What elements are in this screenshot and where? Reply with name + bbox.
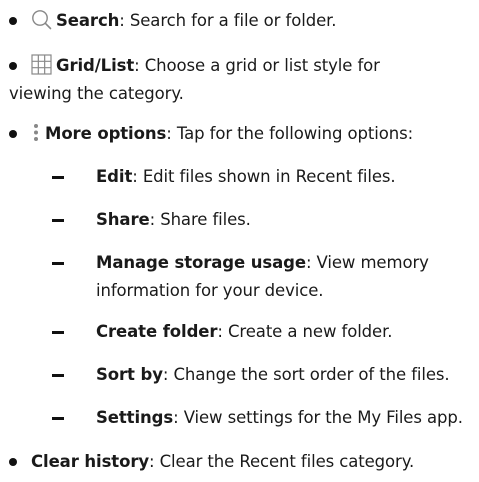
sub-item-text-continued: information for your device.	[96, 281, 324, 300]
item-text: Clear history: Clear the Recent files ca…	[31, 449, 414, 475]
sub-item-term: Share	[96, 210, 150, 229]
sub-item-term: Sort by	[96, 365, 163, 384]
item-desc: : Search for a file or folder.	[119, 11, 337, 30]
item-text: Search: Search for a file or folder.	[31, 8, 337, 38]
bullet	[9, 17, 17, 25]
dash-marker	[52, 262, 64, 265]
dash-marker	[52, 176, 64, 179]
sub-item-term: Manage storage usage	[96, 253, 306, 272]
sub-item-text: Settings: View settings for the My Files…	[96, 405, 463, 431]
dash-marker	[52, 374, 64, 377]
sub-item-text: Edit: Edit files shown in Recent files.	[96, 164, 396, 190]
item-term: More options	[45, 124, 167, 143]
dash-marker	[52, 219, 64, 222]
item-desc: : Choose a grid or list style for	[134, 56, 380, 75]
item-text-continued: viewing the category.	[9, 84, 184, 103]
item-text: More options: Tap for the following opti…	[31, 121, 413, 151]
bullet	[9, 458, 17, 466]
sub-item-text: Share: Share files.	[96, 207, 251, 233]
sub-item-term: Edit	[96, 167, 133, 186]
item-term: Clear history	[31, 452, 150, 471]
search-icon	[31, 9, 52, 38]
sub-item-term: Create folder	[96, 322, 218, 341]
dash-marker	[52, 417, 64, 420]
item-term: Search	[56, 11, 120, 30]
sub-item-text: Manage storage usage: View memory	[96, 250, 429, 276]
sub-item-desc: : View settings for the My Files app.	[173, 408, 463, 427]
sub-item-text: Sort by: Change the sort order of the fi…	[96, 362, 450, 388]
item-desc: : Tap for the following options:	[166, 124, 414, 143]
more-options-icon	[31, 122, 41, 151]
bullet	[9, 62, 17, 70]
bullet	[9, 130, 17, 138]
sub-item-term: Settings	[96, 408, 174, 427]
sub-item-desc: : Edit files shown in Recent files.	[132, 167, 396, 186]
grid-icon	[31, 54, 52, 83]
sub-item-desc: : View memory	[305, 253, 429, 272]
item-desc: : Clear the Recent files category.	[149, 452, 415, 471]
item-term: Grid/List	[56, 56, 135, 75]
sub-item-desc: : Create a new folder.	[217, 322, 393, 341]
dash-marker	[52, 331, 64, 334]
sub-item-desc: : Change the sort order of the files.	[162, 365, 450, 384]
item-text: Grid/List: Choose a grid or list style f…	[31, 53, 380, 83]
sub-item-text: Create folder: Create a new folder.	[96, 319, 393, 345]
sub-item-desc: : Share files.	[149, 210, 251, 229]
